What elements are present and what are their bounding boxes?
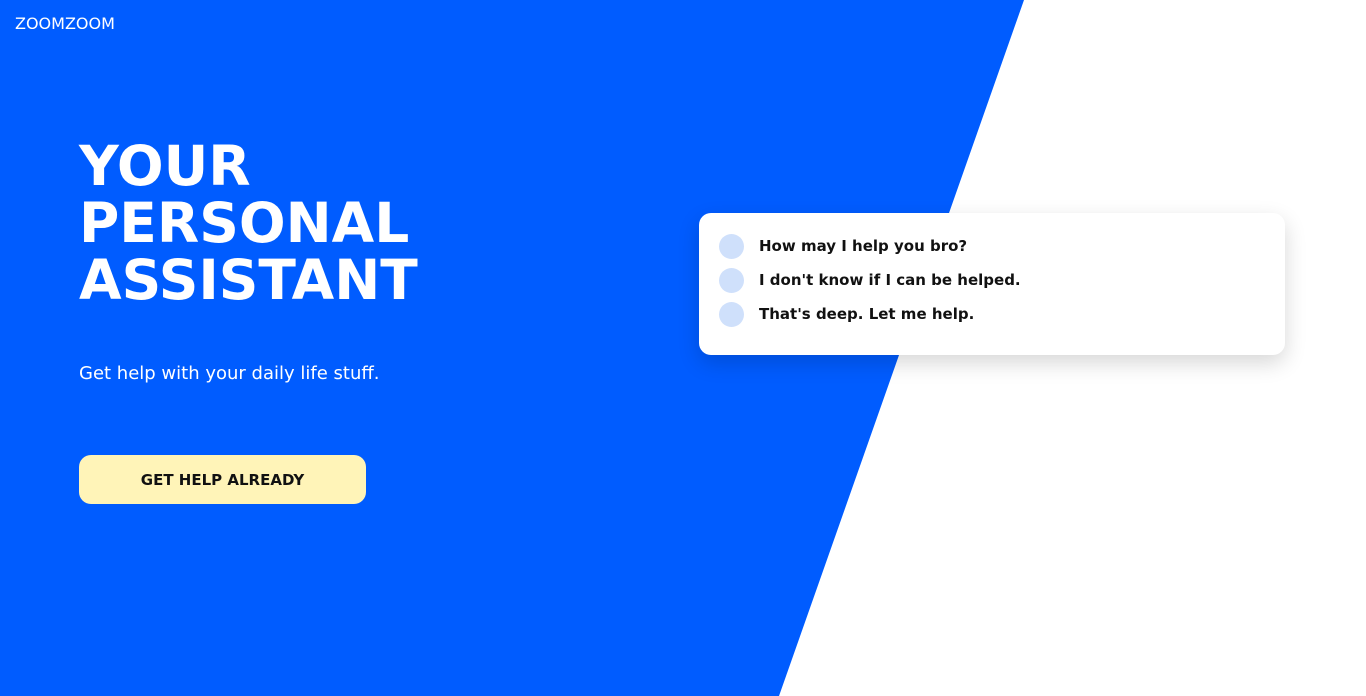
chat-message-text: I don't know if I can be helped. <box>759 271 1021 289</box>
hero-headline: YOUR PERSONAL ASSISTANT <box>79 138 418 309</box>
chat-message-text: How may I help you bro? <box>759 237 968 255</box>
chat-message-text: That's deep. Let me help. <box>759 305 975 323</box>
get-help-button[interactable]: GET HELP ALREADY <box>79 455 366 504</box>
chat-preview-card: How may I help you bro? I don't know if … <box>699 213 1285 355</box>
brand-logo-text[interactable]: ZOOMZOOM <box>15 14 115 34</box>
avatar-dot-icon <box>719 233 744 259</box>
headline-line: YOUR <box>79 134 251 198</box>
landing-page: ZOOMZOOM YOUR PERSONAL ASSISTANT Get hel… <box>0 0 1366 696</box>
avatar-dot-icon <box>719 301 744 327</box>
headline-line: ASSISTANT <box>79 248 418 312</box>
hero-tagline: Get help with your daily life stuff. <box>79 363 380 384</box>
chat-message: How may I help you bro? <box>719 233 967 259</box>
avatar-dot-icon <box>719 267 744 293</box>
headline-line: PERSONAL <box>79 191 410 255</box>
chat-message: That's deep. Let me help. <box>719 301 974 327</box>
chat-message: I don't know if I can be helped. <box>719 267 1021 293</box>
